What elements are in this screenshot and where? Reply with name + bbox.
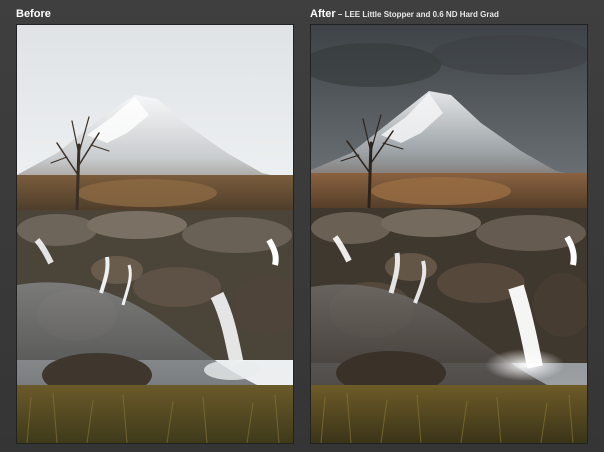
before-photo	[16, 24, 294, 444]
before-panel: Before	[12, 6, 302, 446]
after-label: After – LEE Little Stopper and 0.6 ND Ha…	[310, 6, 499, 22]
after-photo	[310, 24, 588, 444]
after-subtitle: LEE Little Stopper and 0.6 ND Hard Grad	[344, 10, 499, 19]
before-title: Before	[16, 8, 51, 20]
after-panel: After – LEE Little Stopper and 0.6 ND Ha…	[306, 6, 596, 446]
after-title: After	[310, 8, 336, 20]
before-label: Before	[16, 6, 51, 22]
after-separator: –	[335, 10, 345, 19]
comparison-frame: Before After – LEE Little Stopper and 0.…	[0, 0, 604, 452]
